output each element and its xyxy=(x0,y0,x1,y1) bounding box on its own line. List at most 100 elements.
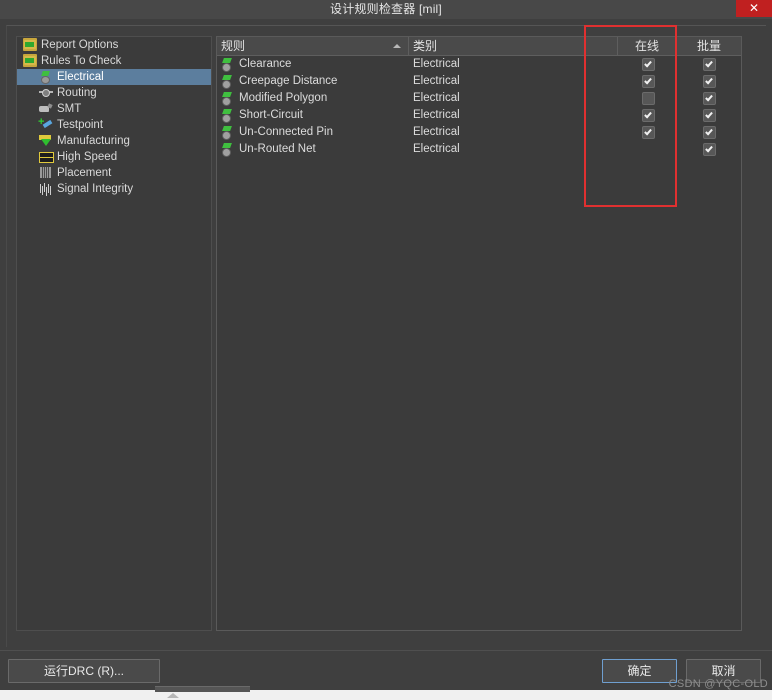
column-header-online[interactable]: 在线 xyxy=(618,37,677,55)
table-header: 规则 类别 在线 批量 xyxy=(217,37,741,56)
cell-rule: Creepage Distance xyxy=(217,73,409,90)
watermark: CSDN @YQC-OLD xyxy=(668,678,768,690)
dialog-footer: 运行DRC (R)... 确定 取消 xyxy=(0,650,772,690)
cell-online xyxy=(618,90,677,107)
rule-icon xyxy=(220,126,233,140)
checkbox-online[interactable] xyxy=(641,109,655,122)
checkbox-online[interactable] xyxy=(641,58,655,71)
table-row[interactable]: Short-Circuit Electrical xyxy=(217,107,741,124)
ok-button[interactable]: 确定 xyxy=(602,659,677,683)
checkmark-icon xyxy=(705,59,713,68)
sidebar-item-rules-to-check[interactable]: Rules To Check xyxy=(17,53,211,69)
cell-batch xyxy=(677,56,741,73)
sidebar-item-label: Signal Integrity xyxy=(57,183,134,195)
sidebar-item-report-options[interactable]: Report Options xyxy=(17,37,211,53)
sidebar-item-label: Electrical xyxy=(57,71,104,83)
window-title: 设计规则检查器 [mil] xyxy=(330,2,442,16)
folder-icon xyxy=(23,53,37,67)
sidebar-item-high-speed[interactable]: High Speed xyxy=(17,149,211,165)
background-panel-tab[interactable] xyxy=(155,686,250,692)
sidebar-item-label: Placement xyxy=(57,167,112,179)
checkbox-batch[interactable] xyxy=(703,58,716,71)
rule-icon xyxy=(220,109,233,123)
placement-icon xyxy=(39,166,53,179)
column-header-spacer[interactable] xyxy=(586,37,618,55)
checkmark-icon xyxy=(643,76,652,85)
checkmark-icon xyxy=(705,76,713,85)
column-header-rule[interactable]: 规则 xyxy=(217,37,409,55)
table-row[interactable]: Un-Connected Pin Electrical xyxy=(217,124,741,141)
cell-category: Electrical xyxy=(413,143,460,155)
sidebar-item-signal-integrity[interactable]: Signal Integrity xyxy=(17,181,211,197)
checkmark-icon xyxy=(705,127,713,136)
rule-icon xyxy=(220,92,233,106)
table-row[interactable]: Un-Routed Net Electrical xyxy=(217,141,741,158)
cell-rule: Un-Routed Net xyxy=(217,141,409,158)
cell-rule: Un-Connected Pin xyxy=(217,124,409,141)
cell-rule: Clearance xyxy=(217,56,409,73)
cell-batch xyxy=(677,90,741,107)
cell-online xyxy=(618,141,677,158)
run-drc-button[interactable]: 运行DRC (R)... xyxy=(8,659,160,683)
rule-name: Un-Routed Net xyxy=(239,143,316,155)
table-row[interactable]: Clearance Electrical xyxy=(217,56,741,73)
rules-tree-panel[interactable]: Report Options Rules To Check Electrical Ro… xyxy=(16,36,212,631)
cell-batch xyxy=(677,107,741,124)
table-body: Clearance Electrical Creepage Distance Elec… xyxy=(217,56,741,158)
rule-icon xyxy=(220,143,233,157)
checkmark-icon xyxy=(705,93,713,102)
cell-spacer xyxy=(586,56,618,73)
sidebar-item-routing[interactable]: Routing xyxy=(17,85,211,101)
column-header-batch[interactable]: 批量 xyxy=(677,37,741,55)
column-header-category[interactable]: 类别 xyxy=(409,37,586,55)
routing-icon xyxy=(39,86,53,99)
sidebar-item-manufacturing[interactable]: Manufacturing xyxy=(17,133,211,149)
sidebar-item-placement[interactable]: Placement xyxy=(17,165,211,181)
folder-icon xyxy=(23,37,37,51)
checkbox-batch[interactable] xyxy=(703,75,716,88)
cell-spacer xyxy=(586,124,618,141)
cell-rule: Modified Polygon xyxy=(217,90,409,107)
cell-online xyxy=(618,73,677,90)
checkbox-batch[interactable] xyxy=(703,92,716,105)
cell-online xyxy=(618,56,677,73)
sidebar-item-label: Testpoint xyxy=(57,119,104,131)
cell-category: Electrical xyxy=(413,92,460,104)
checkbox-online[interactable] xyxy=(641,92,655,105)
rule-icon xyxy=(220,75,233,89)
sidebar-item-testpoint[interactable]: Testpoint xyxy=(17,114,211,133)
cell-spacer xyxy=(586,141,618,158)
column-header-rule-label: 规则 xyxy=(221,39,246,53)
cell-spacer xyxy=(586,73,618,90)
design-rule-checker-dialog: 设计规则检查器 [mil] ✕ Report Options Rules To C… xyxy=(0,0,772,690)
cell-rule: Short-Circuit xyxy=(217,107,409,124)
checkmark-icon xyxy=(643,110,652,119)
cell-category: Electrical xyxy=(413,109,460,121)
checkbox-online[interactable] xyxy=(641,75,655,88)
collapse-caret-icon[interactable] xyxy=(167,693,179,698)
cell-category: Electrical xyxy=(413,126,460,138)
sidebar-item-label: Routing xyxy=(57,87,97,99)
table-row[interactable]: Creepage Distance Electrical xyxy=(217,73,741,90)
checkbox-batch[interactable] xyxy=(703,126,716,139)
sidebar-item-label: Manufacturing xyxy=(57,135,130,147)
rule-icon xyxy=(220,58,233,72)
cell-category: Electrical xyxy=(413,58,460,70)
checkbox-online[interactable] xyxy=(641,126,655,139)
electrical-icon xyxy=(39,70,53,84)
testpoint-icon xyxy=(38,114,53,131)
sidebar-item-electrical[interactable]: Electrical xyxy=(17,69,211,85)
cell-online xyxy=(618,124,677,141)
signal-integrity-icon xyxy=(39,182,53,195)
cell-batch xyxy=(677,141,741,158)
sort-ascending-icon xyxy=(393,44,401,48)
sidebar-item-label: Report Options xyxy=(41,39,119,51)
checkbox-batch[interactable] xyxy=(703,143,716,156)
table-row[interactable]: Modified Polygon Electrical xyxy=(217,90,741,107)
manufacturing-icon xyxy=(39,134,53,147)
sidebar-item-smt[interactable]: SMT xyxy=(17,101,211,117)
close-icon[interactable]: ✕ xyxy=(736,0,772,17)
checkmark-icon xyxy=(643,127,652,136)
checkbox-batch[interactable] xyxy=(703,109,716,122)
title-bar: 设计规则检查器 [mil] ✕ xyxy=(0,0,772,19)
